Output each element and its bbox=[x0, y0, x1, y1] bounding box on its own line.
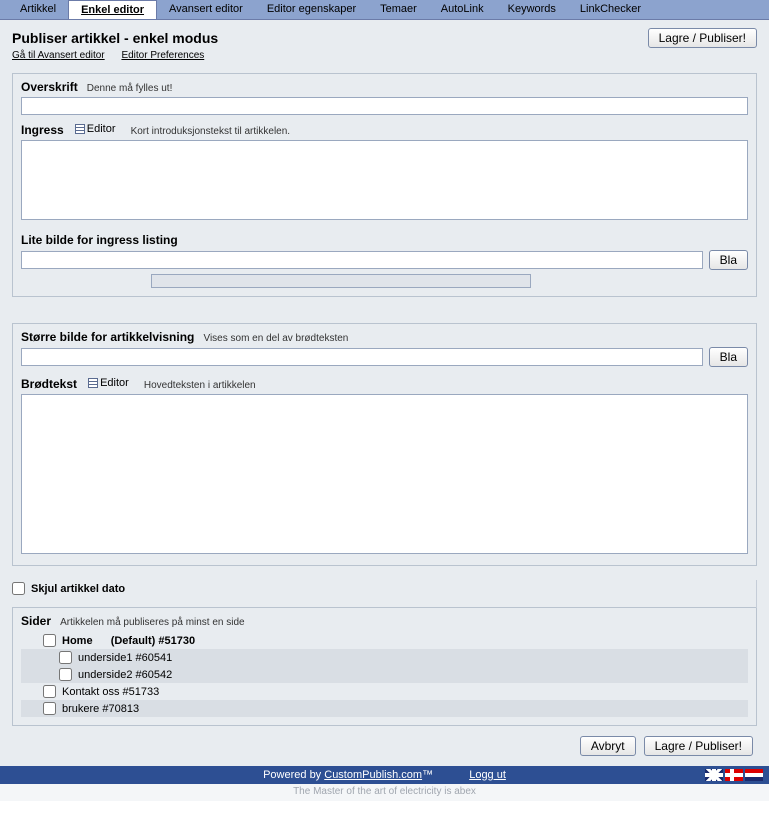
big-image-input[interactable] bbox=[21, 348, 703, 366]
flag-no-icon[interactable] bbox=[725, 769, 743, 781]
powered-by-suffix: ™ bbox=[422, 769, 433, 781]
body-editor-toggle[interactable]: Editor bbox=[88, 377, 129, 389]
overskrift-input[interactable] bbox=[21, 97, 748, 115]
separator bbox=[756, 580, 757, 608]
flag-uk-icon[interactable] bbox=[705, 769, 723, 781]
pages-hint: Artikkelen må publiseres på minst en sid… bbox=[60, 617, 245, 628]
tab-artikkel[interactable]: Artikkel bbox=[8, 0, 68, 19]
tree-row-underside2: underside2 #60542 bbox=[21, 666, 748, 683]
ingress-editor-toggle[interactable]: Editor bbox=[75, 123, 116, 135]
big-image-label: Større bilde for artikkelvisning bbox=[21, 330, 194, 344]
footer-bar: Powered by CustomPublish.com™ Logg ut bbox=[0, 766, 769, 784]
tab-linkchecker[interactable]: LinkChecker bbox=[568, 0, 653, 19]
pages-tree: Home (Default) #51730 underside1 #60541 … bbox=[21, 632, 748, 717]
save-publish-top-button[interactable]: Lagre / Publiser! bbox=[648, 28, 757, 48]
hide-article-date-label: Skjul artikkel dato bbox=[31, 583, 125, 595]
pages-label: Sider bbox=[21, 614, 51, 628]
small-image-label: Lite bilde for ingress listing bbox=[21, 233, 178, 247]
tab-temaer[interactable]: Temaer bbox=[368, 0, 429, 19]
tab-keywords[interactable]: Keywords bbox=[496, 0, 568, 19]
tree-row-kontakt: Kontakt oss #51733 bbox=[21, 683, 748, 700]
editor-icon bbox=[88, 378, 98, 388]
small-image-input[interactable] bbox=[21, 251, 703, 269]
page-label: underside2 #60542 bbox=[78, 669, 172, 681]
page-label: Home bbox=[62, 635, 93, 647]
logout-link[interactable]: Logg ut bbox=[469, 769, 506, 781]
page-title: Publiser artikkel - enkel modus bbox=[12, 30, 218, 46]
flag-nl-icon[interactable] bbox=[745, 769, 763, 781]
tab-enkel-editor[interactable]: Enkel editor bbox=[68, 0, 157, 19]
ingress-textarea[interactable] bbox=[21, 140, 748, 220]
page-checkbox[interactable] bbox=[59, 651, 72, 664]
tabs-bar: Artikkel Enkel editor Avansert editor Ed… bbox=[0, 0, 769, 20]
editor-toggle-label: Editor bbox=[100, 377, 129, 389]
tree-row-underside1: underside1 #60541 bbox=[21, 649, 748, 666]
upload-progress bbox=[151, 274, 531, 288]
tab-editor-egenskaper[interactable]: Editor egenskaper bbox=[255, 0, 368, 19]
big-image-browse-button[interactable]: Bla bbox=[709, 347, 748, 367]
footer: Powered by CustomPublish.com™ Logg ut Th… bbox=[0, 766, 769, 801]
overskrift-label: Overskrift bbox=[21, 80, 78, 94]
tab-autolink[interactable]: AutoLink bbox=[429, 0, 496, 19]
page-label: underside1 #60541 bbox=[78, 652, 172, 664]
language-flags bbox=[705, 769, 763, 781]
ingress-hint: Kort introduksjonstekst til artikkelen. bbox=[131, 126, 291, 137]
big-image-hint: Vises som en del av brødteksten bbox=[203, 333, 348, 344]
link-editor-preferences[interactable]: Editor Preferences bbox=[121, 50, 204, 61]
body-textarea[interactable] bbox=[21, 394, 748, 554]
page-label: Kontakt oss #51733 bbox=[62, 686, 159, 698]
cancel-button[interactable]: Avbryt bbox=[580, 736, 636, 756]
powered-by-prefix: Powered by bbox=[263, 769, 324, 781]
tree-row-home: Home (Default) #51730 bbox=[21, 632, 748, 649]
panel-bigimage-body: Større bilde for artikkelvisning Vises s… bbox=[12, 323, 757, 566]
overskrift-hint: Denne må fylles ut! bbox=[87, 83, 173, 94]
tree-row-brukere: brukere #70813 bbox=[21, 700, 748, 717]
page-checkbox[interactable] bbox=[43, 702, 56, 715]
editor-toggle-label: Editor bbox=[87, 123, 116, 135]
save-publish-bottom-button[interactable]: Lagre / Publiser! bbox=[644, 736, 753, 756]
content-area: Publiser artikkel - enkel modus Gå til A… bbox=[0, 20, 769, 766]
editor-icon bbox=[75, 124, 85, 134]
ingress-label: Ingress bbox=[21, 123, 64, 137]
small-image-browse-button[interactable]: Bla bbox=[709, 250, 748, 270]
body-hint: Hovedteksten i artikkelen bbox=[144, 380, 256, 391]
page-suffix: (Default) #51730 bbox=[111, 635, 195, 647]
tab-avansert-editor[interactable]: Avansert editor bbox=[157, 0, 255, 19]
page-checkbox[interactable] bbox=[43, 634, 56, 647]
body-label: Brødtekst bbox=[21, 377, 77, 391]
page-label: brukere #70813 bbox=[62, 703, 139, 715]
powered-by-link[interactable]: CustomPublish.com bbox=[324, 769, 422, 781]
page-checkbox[interactable] bbox=[43, 685, 56, 698]
hide-article-date-checkbox[interactable] bbox=[12, 582, 25, 595]
footer-tagline: The Master of the art of electricity is … bbox=[0, 784, 769, 801]
link-advanced-editor[interactable]: Gå til Avansert editor bbox=[12, 50, 105, 61]
panel-heading-ingress: Overskrift Denne må fylles ut! Ingress E… bbox=[12, 73, 757, 297]
panel-pages: Sider Artikkelen må publiseres på minst … bbox=[12, 607, 757, 726]
page-checkbox[interactable] bbox=[59, 668, 72, 681]
